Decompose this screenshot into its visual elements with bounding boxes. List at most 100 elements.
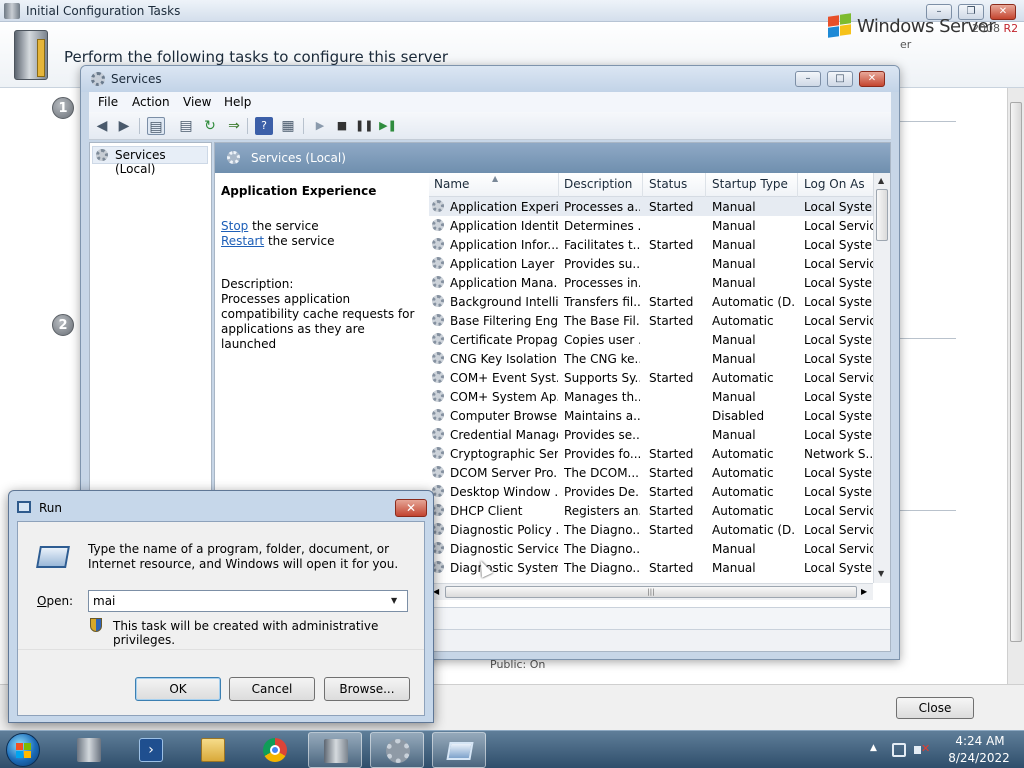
stop-service-icon[interactable]: ■ <box>333 117 351 135</box>
open-combobox[interactable]: ▼ <box>88 590 408 612</box>
table-row[interactable]: Diagnostic Policy ... The Diagno... Starte… <box>429 520 874 539</box>
column-header-log-on-as[interactable]: Log On As <box>804 177 865 191</box>
properties-icon[interactable]: ▤ <box>177 117 195 135</box>
stop-service-link[interactable]: Stop <box>221 219 248 233</box>
services-close-button[interactable]: ✕ <box>859 71 885 87</box>
table-row[interactable]: Application Infor... Facilitates t... Star… <box>429 235 874 254</box>
ok-button[interactable]: OK <box>135 677 221 701</box>
menu-file[interactable]: File <box>98 95 118 109</box>
taskbar-initial-configuration-tasks[interactable] <box>308 732 362 768</box>
chrome-icon <box>263 738 287 762</box>
taskbar-explorer[interactable] <box>186 732 240 768</box>
network-icon[interactable] <box>892 743 906 757</box>
pause-service-icon[interactable]: ❚❚ <box>355 117 373 135</box>
services-hscroll-thumb[interactable]: ||| <box>445 586 857 598</box>
cell-name: Computer Browser <box>450 409 558 423</box>
cell-description: Determines ... <box>564 219 640 233</box>
show-hide-console-tree-icon[interactable]: ▤ <box>147 117 165 135</box>
description-label: Description: <box>221 277 294 291</box>
menu-view[interactable]: View <box>183 95 211 109</box>
open-input[interactable] <box>90 592 386 610</box>
table-row[interactable]: Application Layer ... Provides su... Manua… <box>429 254 874 273</box>
services-vscroll-thumb[interactable] <box>876 189 888 241</box>
browse-button[interactable]: Browse... <box>324 677 410 701</box>
start-service-icon[interactable]: ▶ <box>311 117 329 135</box>
cancel-button[interactable]: Cancel <box>229 677 315 701</box>
table-row[interactable]: Base Filtering Engi... The Base Fil... Sta… <box>429 311 874 330</box>
column-divider[interactable] <box>797 173 798 197</box>
services-horizontal-scrollbar[interactable]: ◀ ||| ▶ <box>429 583 873 600</box>
show-action-pane-icon[interactable]: ▦ <box>279 117 297 135</box>
column-divider[interactable] <box>705 173 706 197</box>
taskbar-services[interactable] <box>370 732 424 768</box>
table-row[interactable]: Certificate Propag... Copies user ... Manu… <box>429 330 874 349</box>
run-titlebar[interactable]: Run ✕ <box>9 491 433 521</box>
table-row[interactable]: Desktop Window ... Provides De... Started A… <box>429 482 874 501</box>
menu-action[interactable]: Action <box>132 95 170 109</box>
ict-scrollbar[interactable] <box>1007 88 1024 684</box>
table-row[interactable]: Diagnostic Service... The Diagno... Manual… <box>429 539 874 558</box>
column-header-status[interactable]: Status <box>649 177 687 191</box>
services-titlebar[interactable]: Services – □ ✕ <box>81 66 899 92</box>
column-divider[interactable] <box>558 173 559 197</box>
service-gear-icon <box>432 238 444 250</box>
clock-time[interactable]: 4:24 AM <box>948 734 1012 748</box>
export-list-icon[interactable]: ⇒ <box>225 117 243 135</box>
ict-scroll-thumb[interactable] <box>1010 102 1022 642</box>
table-row[interactable]: Application Experi... Processes a... Start… <box>429 197 874 216</box>
cell-description: The DCOM... <box>564 466 639 480</box>
step-1-badge: 1 <box>52 97 74 119</box>
cell-name: Application Mana... <box>450 276 558 290</box>
service-gear-icon <box>432 371 444 383</box>
table-row[interactable]: Application Identity Determines ... Manual… <box>429 216 874 235</box>
volume-muted-icon[interactable]: ✕ <box>914 742 930 757</box>
column-header-startup-type[interactable]: Startup Type <box>712 177 788 191</box>
dropdown-arrow-icon[interactable]: ▼ <box>391 596 397 605</box>
cell-description: Provides se... <box>564 428 640 442</box>
cell-status: Started <box>649 447 694 461</box>
services-maximize-button[interactable]: □ <box>827 71 853 87</box>
services-vertical-scrollbar[interactable]: ▲ ▼ <box>873 173 890 583</box>
services-minimize-button[interactable]: – <box>795 71 821 87</box>
taskbar-run[interactable] <box>432 732 486 768</box>
column-divider[interactable] <box>642 173 643 197</box>
table-row[interactable]: Cryptographic Ser... Provides fo... Starte… <box>429 444 874 463</box>
table-row[interactable]: CNG Key Isolation The CNG ke... Manual Loca… <box>429 349 874 368</box>
table-row[interactable]: DCOM Server Pro... The DCOM... Started Auto… <box>429 463 874 482</box>
table-row[interactable]: Credential Manager Provides se... Manual Lo… <box>429 425 874 444</box>
run-close-button[interactable]: ✕ <box>395 499 427 517</box>
table-row[interactable]: Diagnostic System... The Diagno... Started… <box>429 558 874 577</box>
start-button[interactable] <box>6 733 40 767</box>
menu-help[interactable]: Help <box>224 95 251 109</box>
table-row[interactable]: COM+ Event Syst... Supports Sy... Started A… <box>429 368 874 387</box>
cell-log-on-as: Local Syste... <box>804 428 874 442</box>
ict-divider <box>900 510 956 511</box>
column-header-name[interactable]: Name ▲ <box>434 174 498 191</box>
services-toolbar: ◀ ▶ ▤ ▤ ↻ ⇒ ? ▦ ▶ ■ ❚❚ ▶❚ <box>89 112 891 140</box>
back-arrow-icon[interactable]: ◀ <box>93 117 111 135</box>
table-row[interactable]: Application Mana... Processes in... Manual… <box>429 273 874 292</box>
help-icon[interactable]: ? <box>255 117 273 135</box>
service-gear-icon <box>432 219 444 231</box>
table-row[interactable]: COM+ System Ap... Manages th... Manual Loca… <box>429 387 874 406</box>
taskbar-server-manager[interactable] <box>62 732 116 768</box>
restart-service-link[interactable]: Restart <box>221 234 264 248</box>
refresh-icon[interactable]: ↻ <box>201 117 219 135</box>
scroll-down-arrow-icon[interactable]: ▼ <box>878 569 884 578</box>
taskbar-chrome[interactable] <box>248 732 302 768</box>
table-row[interactable]: DHCP Client Registers an... Started Automat… <box>429 501 874 520</box>
show-hidden-icons-icon[interactable]: ▲ <box>870 743 877 753</box>
clock-date[interactable]: 8/24/2022 <box>944 751 1014 765</box>
ict-close-dialog-button[interactable]: Close <box>896 697 974 719</box>
cell-name: DHCP Client <box>450 504 523 518</box>
forward-arrow-icon[interactable]: ▶ <box>115 117 133 135</box>
table-row[interactable]: Computer Browser Maintains a... Disabled Lo… <box>429 406 874 425</box>
scroll-up-arrow-icon[interactable]: ▲ <box>878 176 884 185</box>
cell-status: Started <box>649 371 694 385</box>
column-header-description[interactable]: Description <box>564 177 632 191</box>
restart-service-icon[interactable]: ▶❚ <box>379 117 397 135</box>
scroll-right-arrow-icon[interactable]: ▶ <box>861 587 867 596</box>
table-row[interactable]: Background Intelli... Transfers fil... Sta… <box>429 292 874 311</box>
tree-node-services-local[interactable]: Services (Local) <box>92 146 208 176</box>
taskbar-powershell[interactable]: › <box>124 732 178 768</box>
